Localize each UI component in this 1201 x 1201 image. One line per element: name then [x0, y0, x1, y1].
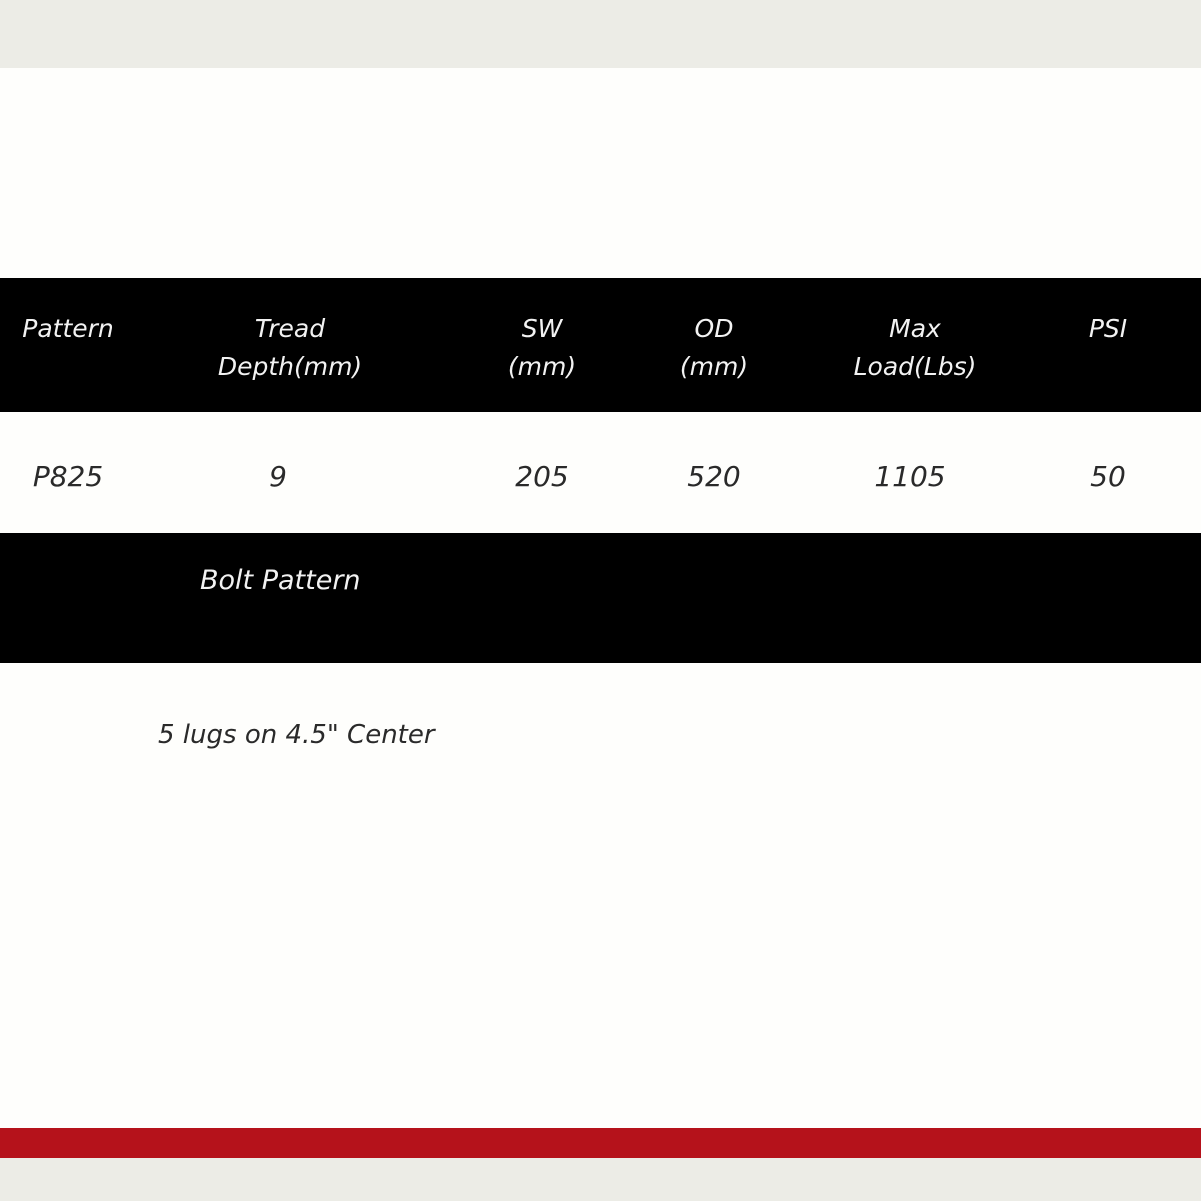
header-sw: SW (mm) [507, 314, 577, 381]
header-tread-depth: Tread Depth(mm) [217, 314, 363, 381]
table-header-bar [0, 278, 1201, 412]
bolt-pattern-bar [0, 533, 1201, 663]
bolt-pattern-label: Bolt Pattern [200, 565, 361, 596]
cell-od: 520 [687, 460, 741, 493]
header-pattern: Pattern [22, 314, 114, 343]
top-band [0, 0, 1201, 68]
bolt-pattern-value: 5 lugs on 4.5" Center [158, 720, 435, 750]
cell-pattern: P825 [32, 460, 104, 493]
header-max-load: Max Load(Lbs) [853, 314, 977, 381]
cell-sw: 205 [515, 460, 569, 493]
cell-max-load: 1105 [874, 460, 946, 493]
header-psi: PSI [1088, 314, 1128, 343]
red-accent-stripe [0, 1128, 1201, 1158]
cell-psi: 50 [1090, 460, 1126, 493]
header-od: OD (mm) [679, 314, 749, 381]
cell-tread-depth: 9 [269, 460, 287, 493]
spec-sheet: Pattern Tread Depth(mm) SW (mm) OD (mm) … [0, 0, 1201, 1201]
bottom-band [0, 1158, 1201, 1201]
